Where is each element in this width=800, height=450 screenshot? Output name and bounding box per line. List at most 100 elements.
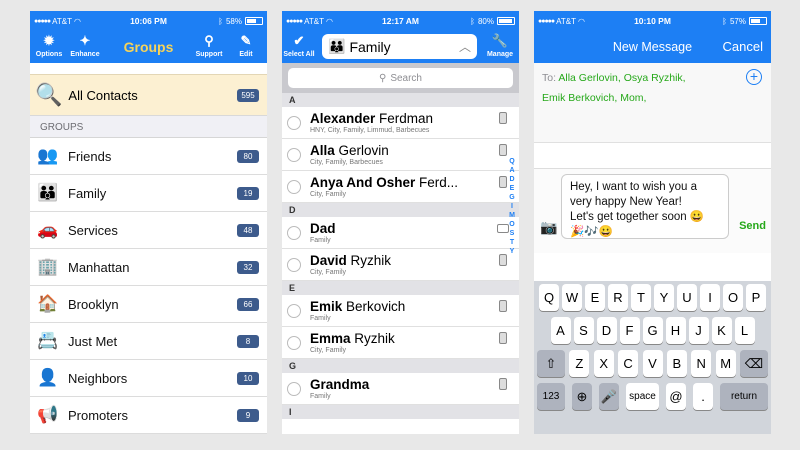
index-letter[interactable]: O <box>507 220 517 229</box>
search-input[interactable]: ⚲ Search <box>288 68 513 88</box>
space-key[interactable]: space <box>626 383 659 410</box>
index-letter[interactable]: Y <box>507 247 517 256</box>
select-radio[interactable] <box>287 115 301 130</box>
select-radio[interactable] <box>287 381 301 396</box>
edit-button[interactable]: ✎ Edit <box>229 31 263 58</box>
contact-row[interactable]: Anya And Osher Ferd... City, Family <box>282 171 519 203</box>
key-i[interactable]: I <box>700 284 720 311</box>
group-selector[interactable]: 👪 Family ︿ <box>322 34 477 59</box>
key-j[interactable]: J <box>688 317 709 344</box>
backspace-key[interactable]: ⌫ <box>740 350 768 377</box>
key-n[interactable]: N <box>691 350 712 377</box>
checkmark-icon: ✔ <box>293 33 305 48</box>
index-letter[interactable]: T <box>507 238 517 247</box>
select-radio[interactable] <box>287 179 301 194</box>
numbers-key[interactable]: 123 <box>537 383 565 410</box>
select-radio[interactable] <box>287 303 301 318</box>
key-o[interactable]: O <box>723 284 743 311</box>
recipient-token[interactable]: Alla Gerlovin, <box>558 72 620 84</box>
message-input[interactable]: Hey, I want to wish you a very happy New… <box>561 174 729 239</box>
key-r[interactable]: R <box>608 284 628 311</box>
group-row-brooklyn[interactable]: 🏠 Brooklyn 66 <box>30 286 267 323</box>
group-row-neighbors[interactable]: 👤 Neighbors 10 <box>30 360 267 397</box>
key-at[interactable]: @ <box>666 383 686 410</box>
select-radio[interactable] <box>287 257 301 272</box>
select-radio[interactable] <box>287 335 301 350</box>
group-row-family[interactable]: 👪 Family 19 <box>30 175 267 212</box>
index-letter[interactable]: A <box>507 166 517 175</box>
send-button[interactable]: Send <box>739 220 766 232</box>
alphabet-index[interactable]: Q A D E G I M O S T Y <box>507 157 517 256</box>
index-letter[interactable]: D <box>507 175 517 184</box>
key-q[interactable]: Q <box>539 284 559 311</box>
key-t[interactable]: T <box>631 284 651 311</box>
recipient-token[interactable]: Emik Berkovich, <box>542 92 617 104</box>
key-f[interactable]: F <box>619 317 640 344</box>
cancel-button[interactable]: Cancel <box>723 39 763 54</box>
key-g[interactable]: G <box>642 317 663 344</box>
return-key[interactable]: return <box>720 383 768 410</box>
key-p[interactable]: P <box>746 284 766 311</box>
shift-key[interactable]: ⇧ <box>537 350 565 377</box>
contact-row[interactable]: Emma Ryzhik City, Family <box>282 327 519 359</box>
select-radio[interactable] <box>287 147 301 162</box>
key-x[interactable]: X <box>593 350 614 377</box>
manage-button[interactable]: 🔧 Manage <box>483 31 517 58</box>
status-bar: ●●●●● AT&T ◠ 12:17 AM ᛒ 80% <box>282 11 519 31</box>
all-contacts-row[interactable]: 🔍 All Contacts 595 <box>30 74 267 116</box>
key-a[interactable]: A <box>550 317 571 344</box>
add-recipient-button[interactable]: + <box>746 69 762 85</box>
key-k[interactable]: K <box>711 317 732 344</box>
group-row-manhattan[interactable]: 🏢 Manhattan 32 <box>30 249 267 286</box>
select-all-button[interactable]: ✔ Select All <box>282 31 316 58</box>
contact-row[interactable]: Alla Gerlovin City, Family, Barbecues <box>282 139 519 171</box>
group-row-services[interactable]: 🚗 Services 48 <box>30 212 267 249</box>
select-radio[interactable] <box>287 225 301 240</box>
key-v[interactable]: V <box>642 350 663 377</box>
group-row-friends[interactable]: 👥 Friends 80 <box>30 138 267 175</box>
globe-key[interactable]: ⊕ <box>572 383 592 410</box>
key-w[interactable]: W <box>562 284 582 311</box>
index-letter[interactable]: M <box>507 211 517 220</box>
search-icon: ⚲ <box>378 72 387 84</box>
support-button[interactable]: ⚲ Support <box>192 31 226 58</box>
groups-screen: ●●●●● AT&T ◠ 10:06 PM ᛒ 58% ✹ Options ✦ Enhan… <box>30 11 267 434</box>
group-row-just-met[interactable]: 📇 Just Met 8 <box>30 323 267 360</box>
recipient-token[interactable]: Mom, <box>620 92 646 104</box>
key-u[interactable]: U <box>677 284 697 311</box>
dictation-key[interactable]: 🎤 <box>599 383 619 410</box>
phone-icon <box>499 144 507 156</box>
key-d[interactable]: D <box>596 317 617 344</box>
backspace-icon: ⌫ <box>744 355 764 371</box>
index-letter[interactable]: S <box>507 229 517 238</box>
key-y[interactable]: Y <box>654 284 674 311</box>
key-m[interactable]: M <box>715 350 736 377</box>
key-h[interactable]: H <box>665 317 686 344</box>
recipient-token[interactable]: Osya Ryzhik, <box>624 72 686 84</box>
contact-row[interactable]: Emik Berkovich Family <box>282 295 519 327</box>
group-row-promoters[interactable]: 📢 Promoters 9 <box>30 397 267 434</box>
phone-icon <box>499 176 507 188</box>
contact-row[interactable]: Alexander Ferdman HNY, City, Family, Limm… <box>282 107 519 139</box>
camera-icon: 📷 <box>540 219 558 235</box>
contact-name: David Ryzhik <box>310 252 392 268</box>
recipients-field[interactable]: To: Alla Gerlovin, Osya Ryzhik, Emik Ber… <box>534 63 771 143</box>
key-b[interactable]: B <box>666 350 687 377</box>
key-z[interactable]: Z <box>569 350 590 377</box>
index-search-icon[interactable]: Q <box>507 157 517 166</box>
contact-row[interactable]: Grandma Family <box>282 373 519 405</box>
contact-row[interactable]: David Ryzhik City, Family <box>282 249 519 281</box>
keyboard-row-4: 123 ⊕ 🎤 space @ . return <box>536 383 769 410</box>
contact-groups: Family <box>310 314 331 322</box>
index-letter[interactable]: E <box>507 184 517 193</box>
camera-button[interactable]: 📷 <box>540 219 557 236</box>
key-s[interactable]: S <box>573 317 594 344</box>
keyboard-row-2: A S D F G H J K L <box>536 317 769 344</box>
key-dot[interactable]: . <box>693 383 713 410</box>
index-letter[interactable]: G <box>507 193 517 202</box>
key-e[interactable]: E <box>585 284 605 311</box>
key-c[interactable]: C <box>618 350 639 377</box>
index-letter[interactable]: I <box>507 202 517 211</box>
contact-row[interactable]: Dad Family <box>282 217 519 249</box>
key-l[interactable]: L <box>734 317 755 344</box>
